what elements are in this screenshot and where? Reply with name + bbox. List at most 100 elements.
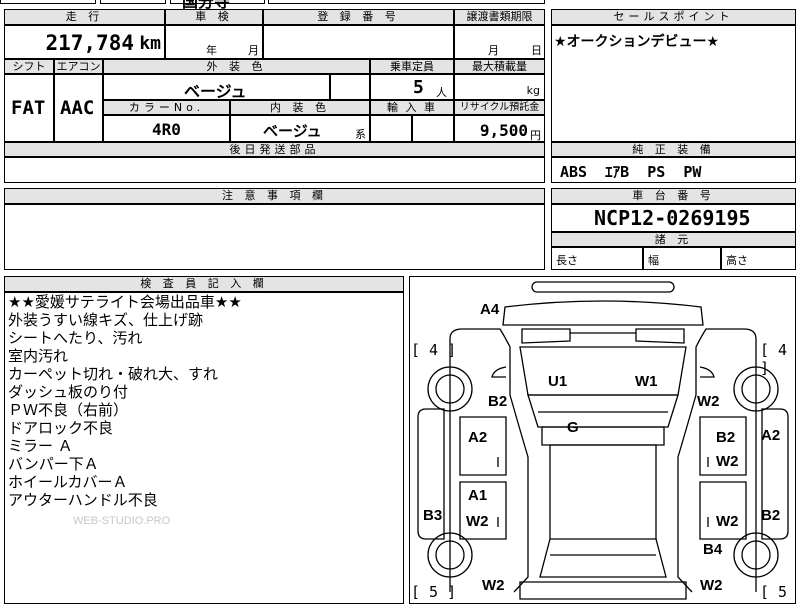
damage-mark-w2-bottom-right: W2: [700, 577, 723, 594]
damage-mark-w2-right-top: W2: [697, 393, 720, 410]
inspection-header: 車 検: [165, 9, 263, 25]
inspector-header: 検 査 員 記 入 欄: [4, 276, 404, 292]
inspection-year-label: 年: [206, 44, 217, 57]
transfer-day-label: 日: [531, 44, 542, 57]
specs-height-label: 高さ: [726, 254, 748, 267]
later-parts-header: 後日発送部品: [4, 142, 545, 157]
exterior-color-extra-cell: [330, 74, 370, 100]
genuine-equipment-value: ABS ｴｱB PS PW: [560, 163, 702, 181]
watermark: WEB-STUDIO.PRO: [73, 515, 171, 527]
specs-header: 諸 元: [551, 232, 796, 247]
interior-color-suffix: 系: [355, 128, 366, 141]
specs-height-cell: 高さ: [721, 247, 796, 270]
specs-length-label: 長さ: [556, 254, 578, 267]
chassis-value: NCP12-0269195: [594, 206, 751, 230]
interior-color-header: 内 装 色: [230, 100, 370, 115]
aircon-cell: AAC: [54, 74, 103, 142]
genuine-equipment-cell: ABS ｴｱB PS PW: [551, 157, 796, 183]
max-load-cell: kg: [454, 74, 545, 100]
shift-value: FAT: [11, 97, 46, 119]
damage-map: [ 4 ] [ 4 ] [ 5 ] [ 5 A4 U1 W1 B2 W2 G A…: [409, 276, 796, 604]
color-no-value: 4R0: [152, 120, 181, 139]
specs-width-label: 幅: [648, 254, 659, 267]
chassis-header: 車 台 番 号: [551, 188, 796, 204]
transfer-deadline-header: 譲渡書類期限: [454, 9, 545, 25]
note-line: 室内汚れ: [8, 347, 69, 365]
inspector-notes-list: ★★愛媛サテライト会場出品車★★ 外装うすい線キズ、仕上げ跡 シートへたり、汚れ…: [8, 293, 242, 509]
damage-mark-a1: A1: [468, 487, 488, 504]
odometer-value: 217,784: [45, 31, 134, 55]
exterior-color-header: 外 装 色: [103, 59, 370, 74]
max-load-header: 最大積載量: [454, 59, 545, 74]
genuine-equipment-header: 純 正 装 備: [551, 142, 796, 157]
note-line: カーペット切れ・破れ大、すれ: [8, 365, 219, 383]
recycle-header: リサイクル預託金: [454, 100, 545, 115]
damage-mark-w2-right-mid: W2: [716, 453, 739, 470]
shift-header: シフト: [4, 59, 54, 74]
tire-label-left-bottom: [ 5 ]: [411, 583, 457, 601]
color-no-cell: 4R0: [103, 115, 230, 142]
aircon-value: AAC: [60, 97, 95, 119]
note-line: シートへたり、汚れ: [8, 329, 143, 347]
recycle-cell: 9,500 円: [454, 115, 545, 142]
recycle-unit: 円: [530, 129, 541, 142]
exterior-color-cell: ベージュ: [103, 74, 330, 101]
note-line: ★★愛媛サテライト会場出品車★★: [8, 293, 242, 311]
note-line: アウターハンドル不良: [8, 491, 158, 509]
caution-cell: [4, 204, 545, 270]
max-load-unit: kg: [526, 84, 540, 97]
registration-cell: [263, 25, 454, 59]
damage-mark-g: G: [567, 419, 579, 436]
import-car-header: 輸 入 車: [370, 100, 454, 115]
sales-point-cell: ★オークションデビュー★: [551, 25, 796, 142]
note-line: 外装うすい線キズ、仕上げ跡: [8, 311, 204, 329]
top-cut-strip: 国分寺: [0, 0, 800, 11]
specs-width-cell: 幅: [643, 247, 721, 270]
damage-mark-b3: B3: [423, 507, 443, 524]
sales-point-header: セールスポイント: [551, 9, 796, 25]
chassis-cell: NCP12-0269195: [551, 204, 796, 232]
damage-mark-u1: U1: [548, 373, 568, 390]
damage-mark-b2-left: B2: [488, 393, 508, 410]
tire-label-left-top: [ 4 ]: [411, 341, 457, 359]
recycle-value: 9,500: [479, 121, 528, 140]
caution-header: 注 意 事 項 欄: [4, 188, 545, 204]
note-line: ダッシュ板のり付: [8, 383, 129, 401]
transfer-month-label: 月: [488, 44, 499, 57]
color-no-header: カラーNo.: [103, 100, 230, 115]
import-car-cell-a: [370, 115, 412, 142]
tire-label-right-top: [ 4 ]: [760, 341, 788, 377]
note-line: バンパー下Ａ: [8, 455, 99, 473]
note-line: ミラー Ａ: [8, 437, 73, 455]
damage-mark-a2-left: A2: [468, 429, 488, 446]
capacity-cell: 5 人: [370, 74, 454, 100]
capacity-unit: 人: [436, 86, 447, 99]
exterior-color-value: ベージュ: [184, 82, 247, 101]
odometer-header: 走 行: [4, 9, 165, 25]
damage-mark-b4: B4: [703, 541, 723, 558]
note-line: ホイールカバーＡ: [8, 473, 128, 491]
interior-color-value: ベージュ: [263, 122, 322, 140]
registration-header: 登 録 番 号: [263, 9, 454, 25]
capacity-header: 乗車定員: [370, 59, 454, 74]
inspection-month-label: 月: [248, 44, 259, 57]
damage-mark-b2-right: B2: [716, 429, 736, 446]
damage-mark-w2-left: W2: [466, 513, 489, 530]
damage-mark-w2-right-low: W2: [716, 513, 739, 530]
damage-mark-w2-bottom-left: W2: [482, 577, 505, 594]
damage-mark-b2-far-right: B2: [761, 507, 781, 524]
note-line: ドアロック不良: [8, 419, 114, 437]
damage-mark-a4: A4: [480, 301, 500, 318]
transfer-deadline-cell: 月 日: [454, 25, 545, 59]
aircon-header: エアコン: [54, 59, 103, 74]
import-car-cell-b: [412, 115, 454, 142]
tire-label-right-bottom: [ 5: [760, 583, 788, 601]
damage-mark-w1: W1: [635, 373, 658, 390]
shift-cell: FAT: [4, 74, 54, 142]
note-line: ＰＷ不良（右前）: [8, 401, 129, 419]
damage-mark-a2-far-right: A2: [761, 427, 781, 444]
inspection-cell: 年 月: [165, 25, 263, 59]
later-parts-cell: [4, 157, 545, 183]
odometer-cell: 217,784 km: [4, 25, 165, 59]
interior-color-cell: ベージュ 系: [230, 115, 370, 142]
